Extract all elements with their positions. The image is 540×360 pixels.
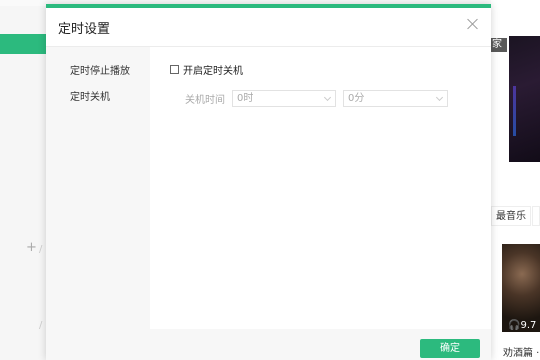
timer-settings-dialog: 定时设置 定时停止播放 定时关机 开启定时关机 关机时间 0时 0分 确定	[46, 4, 491, 360]
enable-shutdown-checkbox[interactable]	[170, 64, 179, 74]
sidebar-active-indicator	[0, 34, 46, 54]
shutdown-time-row: 关机时间 0时 0分	[185, 89, 448, 107]
dialog-title: 定时设置	[58, 22, 111, 37]
close-icon[interactable]	[465, 16, 481, 32]
menu-item-shutdown[interactable]: 定时关机	[70, 88, 110, 103]
add-icon[interactable]: +	[26, 240, 37, 255]
chevron-down-icon	[323, 93, 332, 101]
shutdown-settings-panel: 开启定时关机 关机时间 0时 0分	[150, 47, 491, 329]
shutdown-time-label: 关机时间	[185, 94, 225, 106]
play-count: 🎧9.7万	[508, 320, 540, 346]
chevron-down-icon	[435, 93, 444, 101]
tab-music[interactable]: 最音乐	[491, 206, 531, 226]
enable-shutdown-option[interactable]: 开启定时关机	[170, 62, 243, 77]
banner-image[interactable]	[509, 36, 540, 162]
dialog-body: 定时停止播放 定时关机 开启定时关机 关机时间 0时 0分	[46, 47, 491, 329]
headphone-icon: 🎧	[508, 320, 521, 331]
confirm-button[interactable]: 确定	[420, 339, 480, 358]
tab-next[interactable]	[532, 206, 540, 226]
minute-select[interactable]: 0分	[343, 89, 448, 107]
menu-item-stop-playback[interactable]: 定时停止播放	[70, 62, 130, 77]
enable-shutdown-label[interactable]: 开启定时关机	[183, 62, 243, 77]
minute-select-value: 0分	[348, 92, 365, 104]
playlist-cover[interactable]	[502, 244, 540, 332]
playlist-caption[interactable]: 劝酒篇 ·	[503, 344, 539, 359]
hour-select[interactable]: 0时	[232, 89, 336, 107]
hour-select-value: 0时	[237, 92, 254, 104]
dialog-footer: 确定	[46, 329, 491, 360]
resize-handle-icon-lower: /	[39, 320, 43, 331]
dialog-header: 定时设置	[46, 8, 491, 47]
resize-handle-icon: /	[39, 244, 43, 255]
settings-menu: 定时停止播放 定时关机	[46, 47, 150, 329]
